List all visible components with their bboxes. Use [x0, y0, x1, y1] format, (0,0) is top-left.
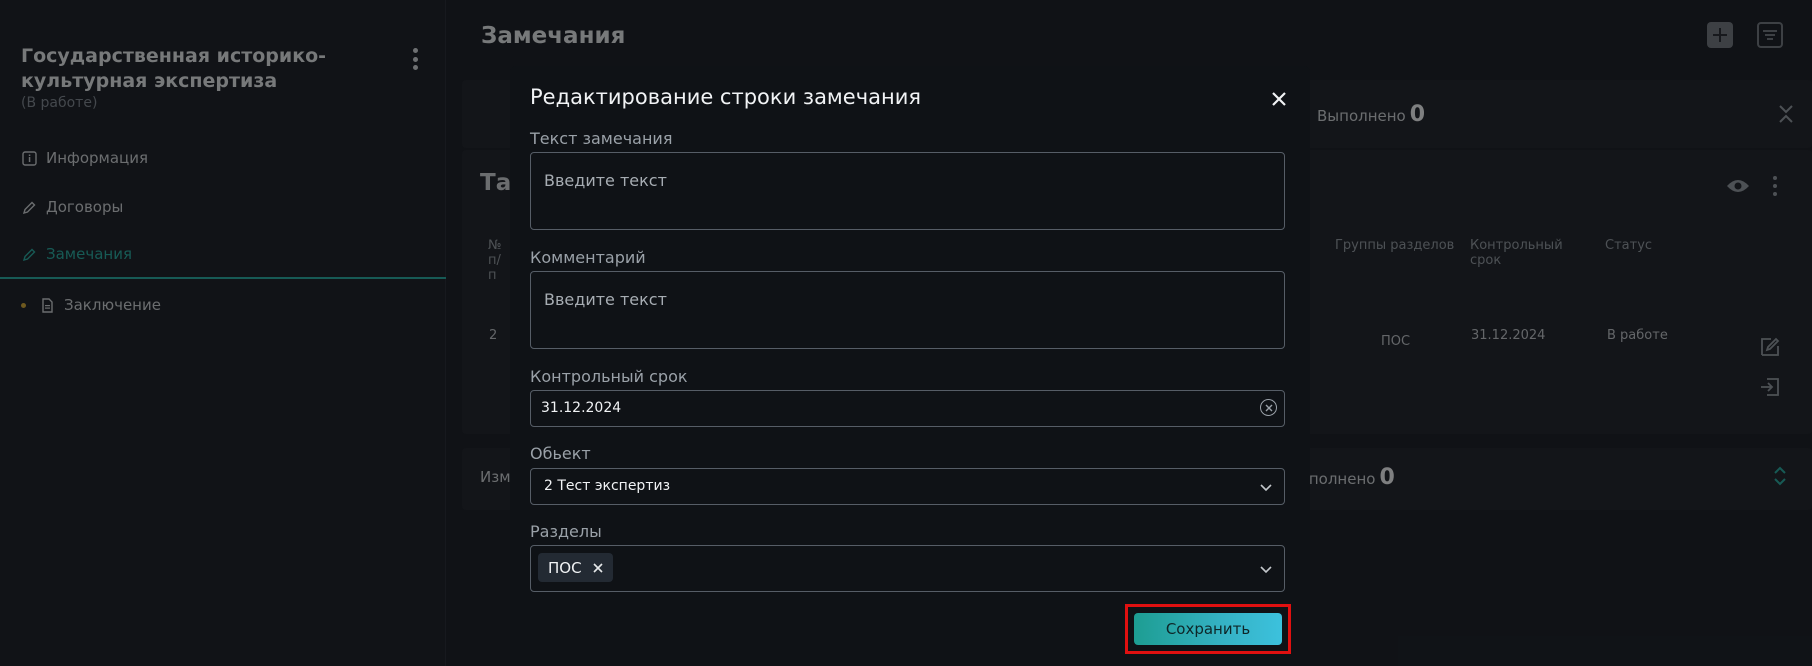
remark-text-field[interactable]	[530, 152, 1285, 230]
deadline-date-field[interactable]: 31.12.2024	[530, 390, 1285, 427]
comment-label: Комментарий	[530, 248, 646, 267]
chevron-down-icon	[1260, 484, 1272, 492]
sections-multiselect[interactable]: ПОС	[530, 545, 1285, 592]
deadline-label: Контрольный срок	[530, 367, 688, 386]
edit-remark-modal: Редактирование строки замечания Текст за…	[510, 66, 1310, 666]
object-value: 2 Тест экспертиз	[544, 478, 671, 494]
modal-title: Редактирование строки замечания	[530, 85, 921, 109]
sections-label: Разделы	[530, 522, 602, 541]
save-button[interactable]: Сохранить	[1134, 613, 1282, 645]
chevron-down-icon	[1260, 566, 1272, 574]
section-chip-label: ПОС	[548, 558, 582, 577]
object-label: Обьект	[530, 444, 591, 463]
remark-label: Текст замечания	[530, 129, 673, 148]
clear-icon[interactable]	[1260, 399, 1277, 416]
chip-remove-icon[interactable]	[592, 562, 603, 573]
object-select[interactable]: 2 Тест экспертиз	[530, 468, 1285, 505]
save-highlight: Сохранить	[1125, 604, 1291, 654]
close-icon[interactable]	[1266, 86, 1292, 112]
deadline-value: 31.12.2024	[541, 400, 622, 416]
comment-field[interactable]	[530, 271, 1285, 349]
section-chip: ПОС	[538, 553, 613, 582]
